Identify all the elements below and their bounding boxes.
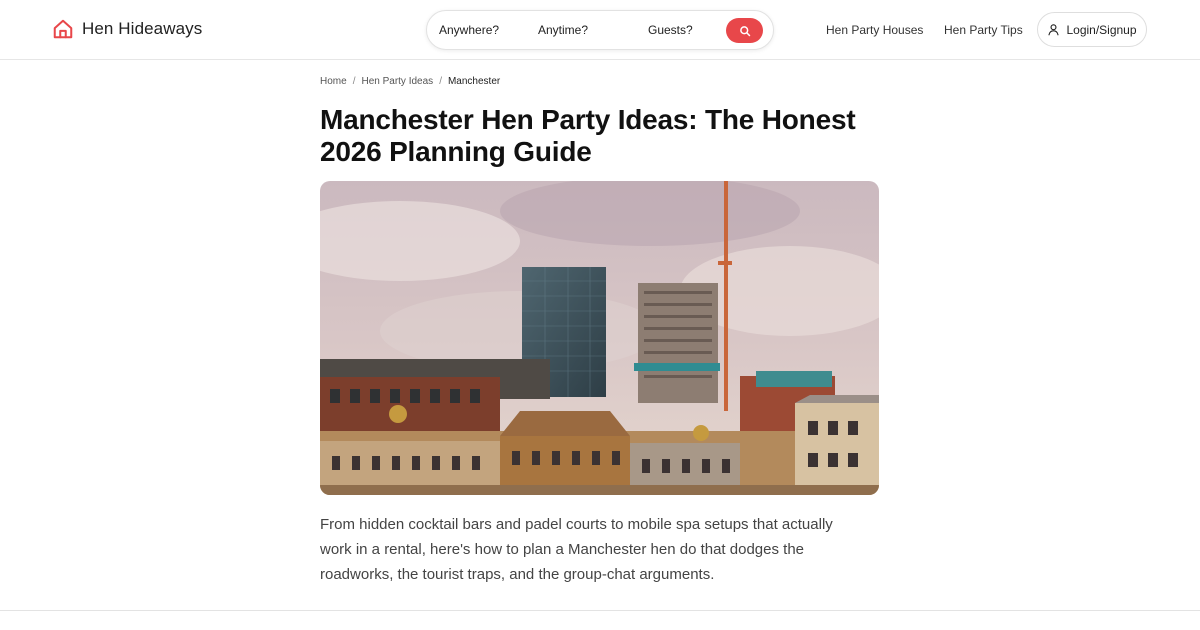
nav-hen-party-tips[interactable]: Hen Party Tips (944, 23, 1023, 37)
nav-hen-party-houses[interactable]: Hen Party Houses (826, 23, 923, 37)
site-header: Hen Hideaways Anywhere? Anytime? Guests?… (0, 0, 1200, 60)
search-date-field[interactable]: Anytime? (538, 23, 588, 37)
breadcrumb-hen-party-ideas[interactable]: Hen Party Ideas (361, 76, 433, 87)
search-bar: Anywhere? Anytime? Guests? (426, 10, 774, 50)
section-divider (0, 610, 1200, 611)
brand-logo[interactable]: Hen Hideaways (52, 18, 202, 40)
house-icon (52, 18, 74, 40)
search-location-field[interactable]: Anywhere? (439, 23, 499, 37)
login-signup-label: Login/Signup (1066, 22, 1137, 37)
breadcrumb: Home / Hen Party Ideas / Manchester (320, 76, 500, 87)
article-intro: From hidden cocktail bars and padel cour… (320, 516, 833, 583)
search-icon (739, 25, 751, 37)
breadcrumb-current: Manchester (447, 76, 501, 87)
user-icon (1047, 23, 1060, 36)
page-title: Manchester Hen Party Ideas: The Honest 2… (320, 104, 856, 167)
hero-image (320, 181, 879, 495)
search-guests-field[interactable]: Guests? (648, 23, 693, 37)
brand-name: Hen Hideaways (82, 19, 203, 38)
breadcrumb-home[interactable]: Home (320, 76, 347, 87)
breadcrumb-separator: / (439, 76, 442, 87)
breadcrumb-separator: / (352, 76, 356, 87)
search-button[interactable] (726, 18, 763, 43)
login-signup-button[interactable]: Login/Signup (1037, 12, 1147, 47)
